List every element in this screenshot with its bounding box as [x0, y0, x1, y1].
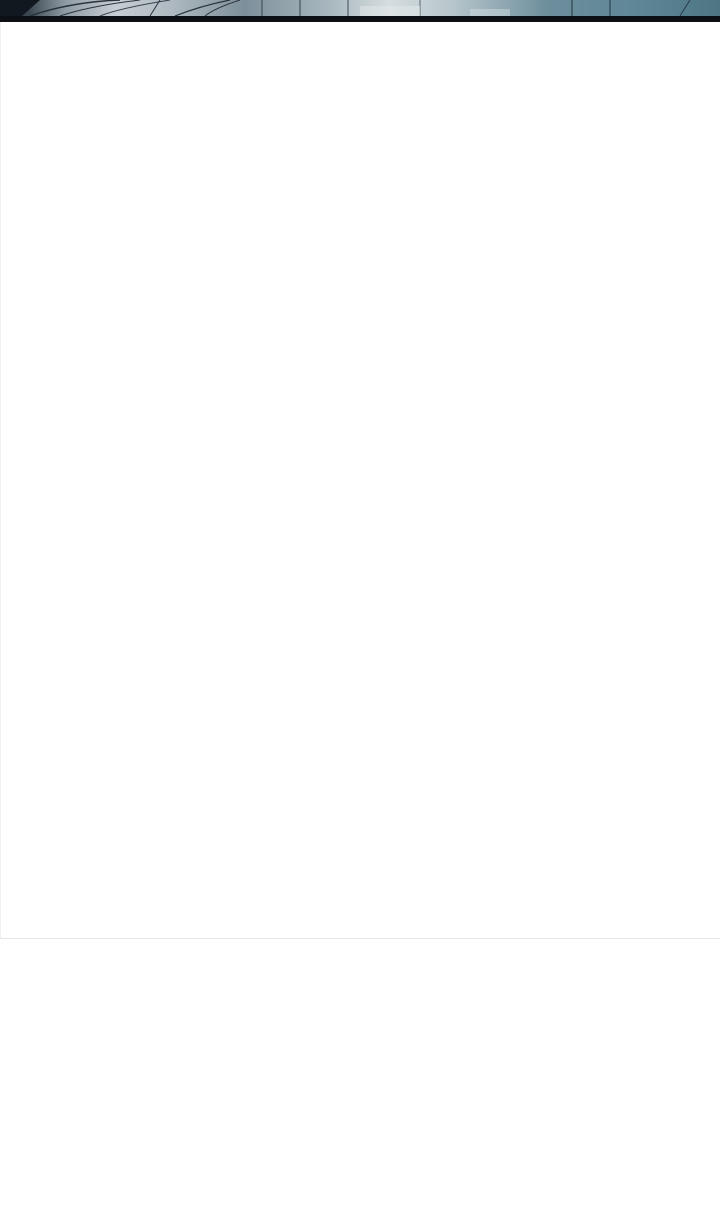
blank-lower-area: [0, 939, 720, 1205]
comic-panel-image: [0, 0, 720, 22]
reader-page: [0, 0, 720, 1205]
blank-content-area: [0, 22, 720, 939]
